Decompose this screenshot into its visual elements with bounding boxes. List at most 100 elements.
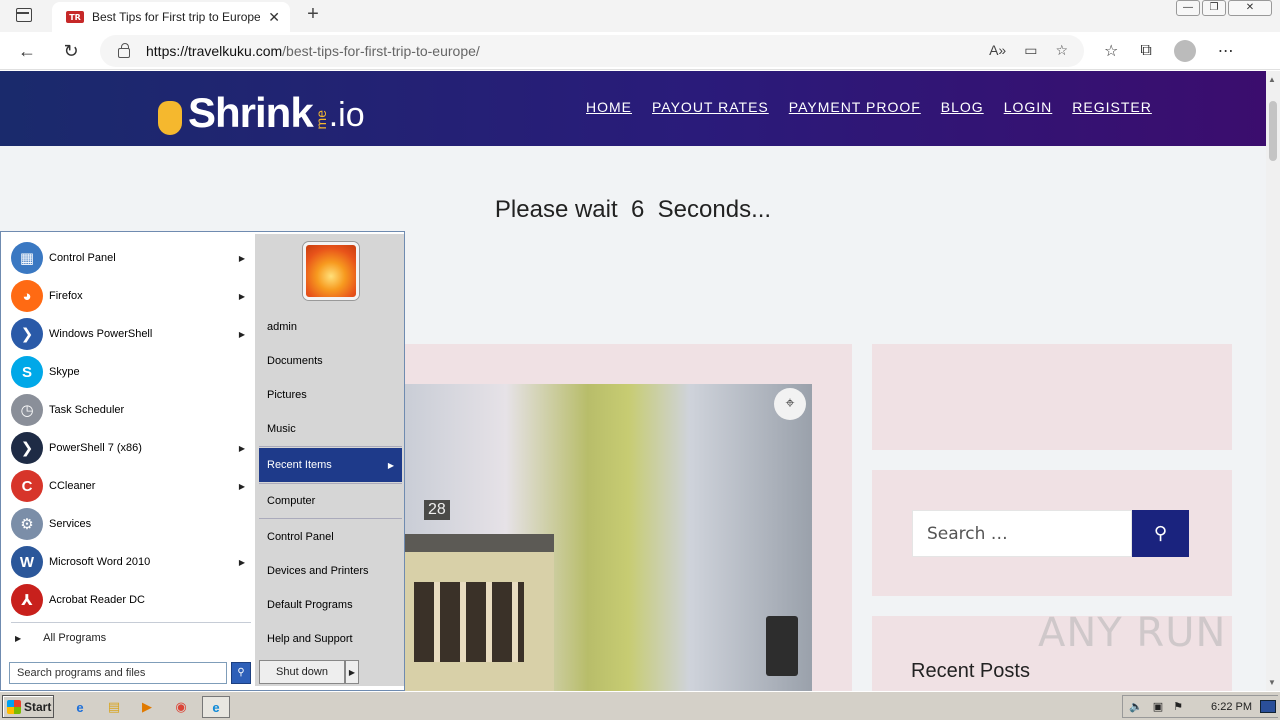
start-divider	[259, 446, 402, 447]
start-place-item[interactable]: Default Programs	[259, 588, 402, 622]
new-tab-button[interactable]: +	[302, 4, 324, 26]
tab-title: Best Tips for First trip to Europe	[92, 10, 261, 24]
browser-tab-active[interactable]: TR Best Tips for First trip to Europe ✕	[52, 2, 290, 32]
media-player-icon[interactable]: ▶	[135, 696, 159, 718]
system-tray: 🔈 ▣ ⚑ 6:22 PM	[1122, 695, 1278, 718]
close-tab-icon[interactable]: ✕	[268, 9, 280, 26]
more-icon[interactable]: ⋯	[1218, 41, 1234, 61]
back-icon[interactable]: ←	[16, 40, 38, 62]
start-program-item[interactable]: S Skype	[9, 354, 253, 390]
start-program-item[interactable]: ◷ Task Scheduler	[9, 392, 253, 428]
submenu-arrow-icon: ▶	[238, 329, 245, 339]
refresh-icon[interactable]: ↻	[60, 40, 82, 62]
show-desktop-icon[interactable]	[1260, 700, 1276, 713]
tab-strip: TR Best Tips for First trip to Europe ✕ …	[0, 0, 1280, 32]
start-program-item[interactable]: C CCleaner ▶	[9, 468, 253, 504]
submenu-arrow-icon: ▶	[238, 481, 245, 491]
start-place-item[interactable]: Computer	[259, 484, 402, 518]
start-place-item[interactable]: Recent Items ▶	[259, 448, 402, 482]
main-nav: HOME PAYOUT RATES PAYMENT PROOF BLOG LOG…	[586, 99, 1152, 115]
nav-blog[interactable]: BLOG	[941, 99, 984, 115]
clock[interactable]: 6:22 PM	[1211, 701, 1252, 713]
search-icon: ⚲	[1153, 523, 1168, 543]
read-aloud-icon[interactable]: A»	[989, 42, 1006, 59]
skype-icon: S	[11, 356, 43, 388]
start-place-item[interactable]: Devices and Printers	[259, 554, 402, 588]
favorites-icon[interactable]: ☆	[1104, 41, 1118, 61]
start-place-label: Pictures	[267, 389, 307, 401]
user-picture[interactable]	[303, 242, 359, 300]
start-place-label: admin	[267, 321, 297, 333]
network-icon[interactable]: ▣	[1153, 700, 1163, 713]
submenu-arrow-icon: ▶	[238, 557, 245, 567]
start-place-item[interactable]: Control Panel	[259, 520, 402, 554]
site-search-input[interactable]: Search …	[912, 510, 1132, 557]
sidebar-icon[interactable]	[16, 8, 32, 22]
page-scrollbar[interactable]: ▲ ▼	[1266, 71, 1280, 691]
all-programs-arrow-icon: ▶	[15, 633, 22, 643]
acrobat-icon: ⅄	[11, 584, 43, 616]
restore-button[interactable]: ❐	[1202, 0, 1226, 16]
address-bar[interactable]: https://travelkuku.com/best-tips-for-fir…	[100, 35, 1084, 67]
collections-icon[interactable]: ⧉	[1140, 42, 1151, 60]
nav-home[interactable]: HOME	[586, 99, 632, 115]
recent-posts-title: Recent Posts	[911, 660, 1030, 682]
window-close-button[interactable]: ✕	[1228, 0, 1272, 16]
start-program-label: Services	[49, 518, 92, 530]
anyrun-watermark: ANY RUN	[1038, 610, 1227, 656]
nav-login[interactable]: LOGIN	[1004, 99, 1053, 115]
all-programs-label: All Programs	[43, 632, 107, 644]
all-programs-item[interactable]: ▶ All Programs	[9, 628, 253, 648]
logo-me: me	[312, 109, 329, 129]
scroll-thumb[interactable]	[1269, 101, 1277, 161]
start-place-item[interactable]: admin	[259, 310, 402, 344]
start-program-item[interactable]: W Microsoft Word 2010 ▶	[9, 544, 253, 580]
explorer-icon[interactable]: ▤	[102, 696, 126, 718]
profile-icon[interactable]	[1173, 40, 1196, 62]
shutdown-options-icon[interactable]: ▶	[345, 660, 359, 684]
scroll-up-icon[interactable]: ▲	[1268, 75, 1276, 84]
site-header: Shrink me .io HOME PAYOUT RATES PAYMENT …	[0, 71, 1266, 146]
lock-icon[interactable]	[118, 43, 130, 58]
start-place-item[interactable]: Pictures	[259, 378, 402, 412]
nav-payment-proof[interactable]: PAYMENT PROOF	[789, 99, 921, 115]
start-program-item[interactable]: ⚙ Services	[9, 506, 253, 542]
start-program-item[interactable]: ▦ Control Panel ▶	[9, 240, 253, 276]
start-search-icon[interactable]: ⚲	[231, 662, 251, 684]
action-center-flag-icon[interactable]: ⚑	[1173, 700, 1183, 713]
window-controls: — ❐ ✕	[1176, 0, 1272, 20]
submenu-arrow-icon: ▶	[238, 253, 245, 263]
minimize-button[interactable]: —	[1176, 0, 1200, 16]
start-program-item[interactable]: ❯ Windows PowerShell ▶	[9, 316, 253, 352]
start-program-label: Acrobat Reader DC	[49, 594, 145, 606]
start-place-item[interactable]: Music	[259, 412, 402, 446]
start-place-label: Control Panel	[267, 531, 334, 543]
add-favorite-icon[interactable]: ☆	[1055, 42, 1068, 59]
edge-icon[interactable]: e	[202, 696, 230, 718]
start-program-label: Control Panel	[49, 252, 116, 264]
article-photo[interactable]: 28 ⌖	[404, 384, 812, 691]
site-search-button[interactable]: ⚲	[1132, 510, 1189, 557]
visual-search-icon[interactable]: ⌖	[774, 388, 806, 420]
address-bar-actions: A» ▭ ☆	[989, 42, 1068, 59]
site-logo[interactable]: Shrink me .io	[150, 79, 365, 139]
shutdown-button[interactable]: Shut down	[259, 660, 345, 684]
start-program-item[interactable]: ❯ PowerShell 7 (x86) ▶	[9, 430, 253, 466]
ie-icon[interactable]: e	[68, 696, 92, 718]
chrome-icon[interactable]: ◉	[169, 696, 193, 718]
nav-payout-rates[interactable]: PAYOUT RATES	[652, 99, 769, 115]
start-search-input[interactable]: Search programs and files	[9, 662, 227, 684]
start-place-label: Default Programs	[267, 599, 353, 611]
start-place-item[interactable]: Help and Support	[259, 622, 402, 656]
immersive-reader-icon[interactable]: ▭	[1024, 42, 1037, 59]
powershell-icon: ❯	[11, 318, 43, 350]
volume-icon[interactable]: 🔈	[1129, 700, 1143, 713]
start-button[interactable]: Start	[2, 695, 54, 718]
start-program-item[interactable]: ⅄ Acrobat Reader DC	[9, 582, 253, 618]
start-place-item[interactable]: Documents	[259, 344, 402, 378]
nav-register[interactable]: REGISTER	[1072, 99, 1152, 115]
tram-number: 28	[424, 500, 450, 520]
wait-countdown: Please wait 6 Seconds...	[494, 196, 772, 223]
scroll-down-icon[interactable]: ▼	[1268, 678, 1276, 687]
start-program-item[interactable]: ◕ Firefox ▶	[9, 278, 253, 314]
